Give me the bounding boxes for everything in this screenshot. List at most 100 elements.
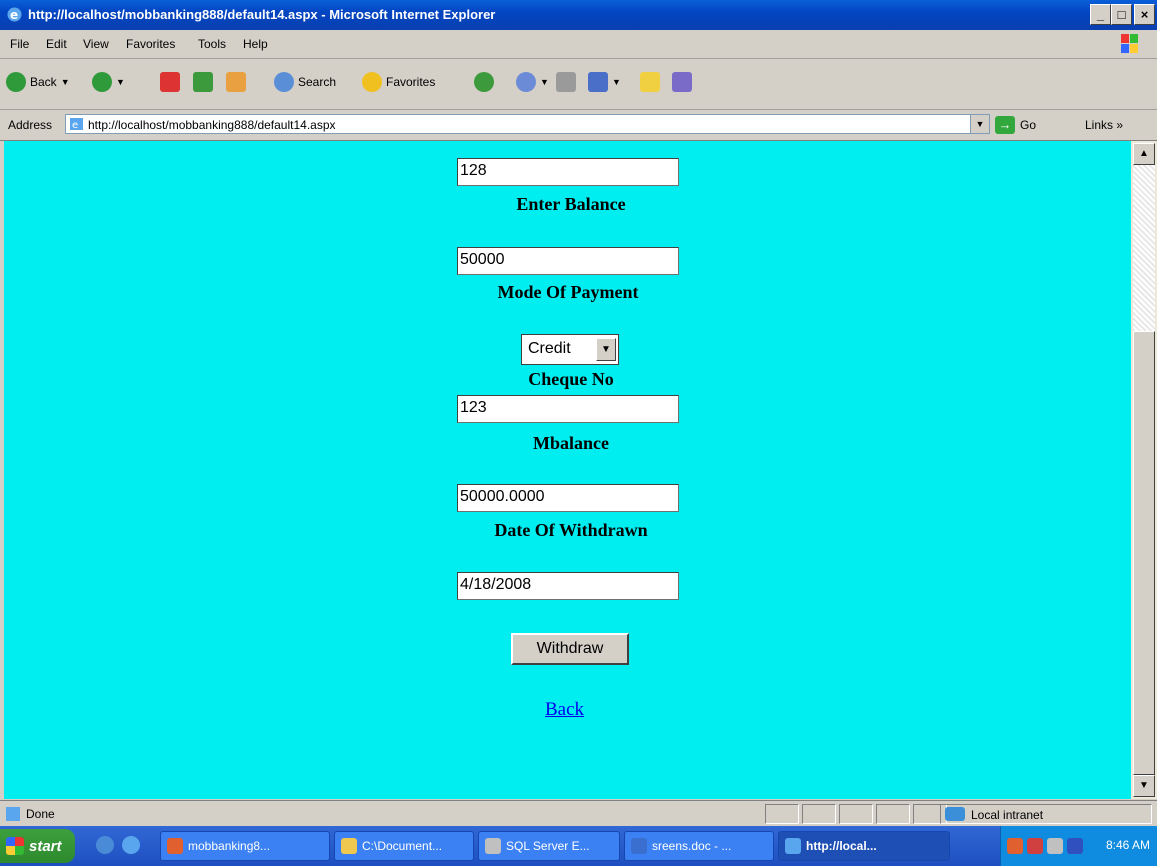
enter-balance-label: Enter Balance xyxy=(516,194,626,214)
discuss-button[interactable] xyxy=(640,72,660,92)
menu-help[interactable]: Help xyxy=(243,37,268,51)
quicklaunch-ie-icon[interactable] xyxy=(122,836,140,854)
status-panes xyxy=(765,804,950,824)
address-input[interactable]: e http://localhost/mobbanking888/default… xyxy=(65,114,990,134)
menu-view[interactable]: View xyxy=(83,37,109,51)
local-intranet-icon xyxy=(945,807,965,821)
edit-button[interactable]: ▼ xyxy=(588,72,621,92)
task-label: mobbanking8... xyxy=(188,839,271,853)
refresh-icon xyxy=(193,72,213,92)
tray-sql-icon[interactable] xyxy=(1047,838,1063,854)
status-pane xyxy=(802,804,836,824)
back-link[interactable]: Back xyxy=(545,699,584,721)
favorites-button[interactable]: Favorites xyxy=(362,72,435,92)
status-bar: Done Local intranet xyxy=(0,800,1157,827)
window-title: http://localhost/mobbanking888/default14… xyxy=(28,7,496,22)
close-button[interactable]: × xyxy=(1134,4,1155,25)
research-button[interactable] xyxy=(672,72,692,92)
mail-button[interactable]: ▼ xyxy=(516,72,549,92)
history-button[interactable] xyxy=(474,72,494,92)
history-icon xyxy=(474,72,494,92)
mode-of-payment-select[interactable]: Credit ▼ xyxy=(521,334,619,365)
print-icon xyxy=(556,72,576,92)
task-label: sreens.doc - ... xyxy=(652,839,732,853)
scroll-track[interactable] xyxy=(1133,165,1155,331)
forward-button[interactable]: ▼ xyxy=(92,72,125,92)
menu-file[interactable]: File xyxy=(10,37,29,51)
maximize-button[interactable]: □ xyxy=(1111,4,1132,25)
word-icon xyxy=(588,72,608,92)
task-ie-active[interactable]: http://local... xyxy=(778,831,950,861)
security-zone: Local intranet xyxy=(940,804,1152,824)
search-button[interactable]: Search xyxy=(274,72,336,92)
task-documents[interactable]: C:\Document... xyxy=(334,831,474,861)
home-button[interactable] xyxy=(226,72,246,92)
mode-of-payment-value: Credit xyxy=(528,340,571,357)
tray-antivirus-icon[interactable] xyxy=(1067,838,1083,854)
address-url: http://localhost/mobbanking888/default14… xyxy=(88,118,336,132)
task-sreens-doc[interactable]: sreens.doc - ... xyxy=(624,831,774,861)
task-label: SQL Server E... xyxy=(506,839,590,853)
mbalance-label: Mbalance xyxy=(533,433,609,453)
balance-field[interactable]: 50000 xyxy=(457,247,679,275)
chevron-down-icon[interactable]: ▼ xyxy=(596,338,616,361)
clock: 8:46 AM xyxy=(1105,838,1150,852)
menu-edit[interactable]: Edit xyxy=(46,37,67,51)
windows-logo-icon xyxy=(1121,34,1138,53)
stop-button[interactable] xyxy=(160,72,180,92)
forward-arrow-icon xyxy=(92,72,112,92)
security-zone-label: Local intranet xyxy=(971,808,1044,822)
note-icon xyxy=(640,72,660,92)
scroll-down-icon[interactable]: ▼ xyxy=(1133,775,1155,797)
cheque-no-field[interactable]: 123 xyxy=(457,395,679,423)
print-button[interactable] xyxy=(556,72,576,92)
mail-icon xyxy=(516,72,536,92)
page-done-icon xyxy=(6,807,20,821)
quicklaunch-desktop-icon[interactable] xyxy=(96,836,114,854)
search-button-label: Search xyxy=(298,75,337,89)
address-bar: Address e http://localhost/mobbanking888… xyxy=(0,110,1157,141)
window-title-bar: e http://localhost/mobbanking888/default… xyxy=(0,0,1157,30)
internet-explorer-icon: e xyxy=(7,7,22,22)
start-label: start xyxy=(29,837,62,855)
date-of-withdrawn-field[interactable]: 4/18/2008 xyxy=(457,572,679,600)
links-button[interactable]: Links » xyxy=(1085,118,1123,132)
withdraw-button[interactable]: Withdraw xyxy=(511,633,629,665)
minimize-button[interactable]: _ xyxy=(1090,4,1111,25)
favorites-button-label: Favorites xyxy=(386,75,436,89)
task-sql-server[interactable]: SQL Server E... xyxy=(478,831,620,861)
stop-icon xyxy=(160,72,180,92)
ie-icon xyxy=(785,838,801,854)
go-button[interactable]: → Go xyxy=(995,116,1036,134)
status-pane xyxy=(839,804,873,824)
start-button[interactable]: start xyxy=(0,829,75,863)
vertical-scrollbar[interactable]: ▲ ▼ xyxy=(1131,141,1157,799)
svg-text:e: e xyxy=(10,8,18,22)
chevron-down-icon[interactable]: ▼ xyxy=(970,115,989,133)
scroll-thumb[interactable] xyxy=(1133,331,1155,775)
vs-icon xyxy=(167,838,183,854)
chevron-down-icon: ▼ xyxy=(540,77,549,87)
address-label: Address xyxy=(8,118,53,132)
search-icon xyxy=(274,72,294,92)
tray-vs-icon[interactable] xyxy=(1007,838,1023,854)
mbalance-field[interactable]: 50000.0000 xyxy=(457,484,679,512)
word-doc-icon xyxy=(631,838,647,854)
back-button[interactable]: Back ▼ xyxy=(6,72,70,92)
menu-favorites[interactable]: Favorites xyxy=(126,37,175,51)
task-label: http://local... xyxy=(806,839,877,853)
scroll-up-icon[interactable]: ▲ xyxy=(1133,143,1155,165)
refresh-button[interactable] xyxy=(193,72,213,92)
mode-of-payment-label: Mode Of Payment xyxy=(497,282,639,302)
chevron-down-icon: ▼ xyxy=(116,77,125,87)
status-pane xyxy=(765,804,799,824)
task-mobbanking[interactable]: mobbanking8... xyxy=(160,831,330,861)
toolbar: Back ▼ ▼ Search Favorites ▼ ▼ xyxy=(0,59,1157,110)
back-arrow-icon xyxy=(6,72,26,92)
go-button-label: Go xyxy=(1020,118,1037,132)
menu-tools[interactable]: Tools xyxy=(198,37,226,51)
task-label: C:\Document... xyxy=(362,839,443,853)
tray-network-icon[interactable] xyxy=(1027,838,1043,854)
windows-flag-icon xyxy=(6,837,24,855)
id-field[interactable]: 128 xyxy=(457,158,679,186)
